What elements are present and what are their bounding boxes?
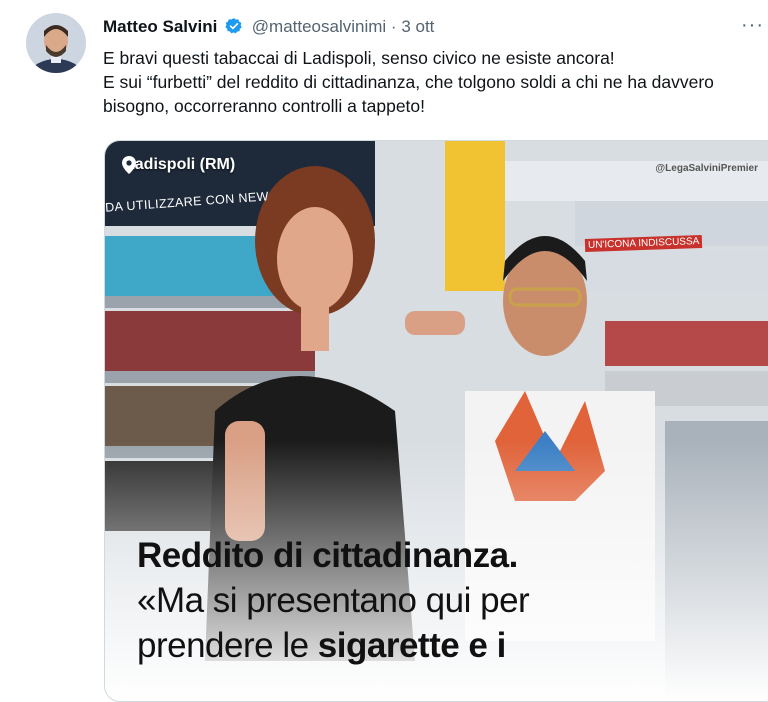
location-label: Ladispoli (RM): [121, 156, 235, 174]
tweet-text-line-2: E sui “furbetti” del reddito di cittadin…: [103, 72, 714, 116]
image-quote-line-1: «Ma si presentano qui per: [137, 581, 530, 620]
author-avatar[interactable]: [26, 13, 86, 73]
location-text: Ladispoli (RM): [125, 156, 236, 173]
tweet-text: E bravi questi tabaccai di Ladispoli, se…: [103, 46, 753, 118]
tweet-header: Matteo Salvini @matteosalvinimi · 3 ott: [103, 16, 434, 41]
image-headline: Reddito di cittadinanza.: [137, 536, 518, 575]
separator-dot: ·: [390, 17, 397, 36]
image-quote-line-2: prendere le sigarette e i: [137, 623, 529, 668]
author-name[interactable]: Matteo Salvini: [103, 17, 217, 36]
tweet-timestamp[interactable]: 3 ott: [401, 17, 434, 36]
tweet-text-line-1: E bravi questi tabaccai di Ladispoli, se…: [103, 48, 615, 68]
more-horizontal-icon[interactable]: ···: [741, 14, 764, 37]
tweet-media-image[interactable]: Ladispoli (RM) DA UTILIZZARE CON NEW UN'…: [104, 140, 768, 702]
image-quote-line-2a: prendere le: [137, 626, 318, 665]
verified-badge-icon: [225, 17, 243, 41]
image-watermark: @LegaSalviniPremier: [655, 163, 758, 174]
image-quote: «Ma si presentano qui per prendere le si…: [137, 578, 530, 668]
image-quote-line-2b: sigarette e i: [317, 626, 507, 665]
author-handle[interactable]: @matteosalvinimi: [252, 17, 386, 36]
